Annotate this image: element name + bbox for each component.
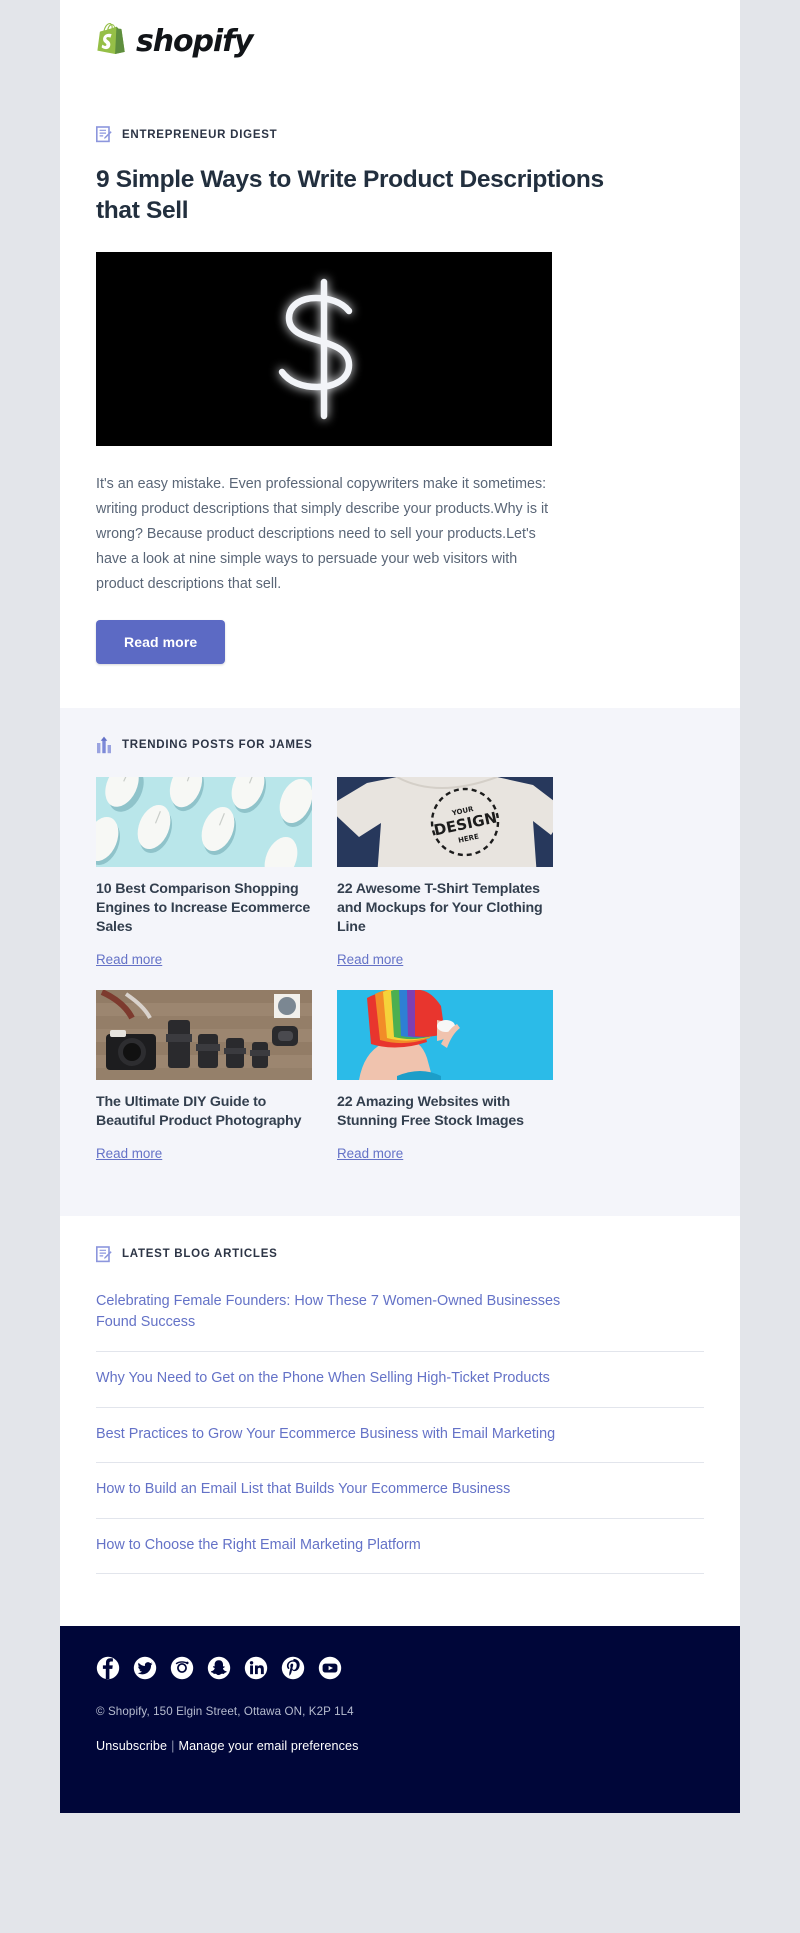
list-item: Celebrating Female Founders: How These 7… xyxy=(96,1275,704,1352)
post-read-more-link[interactable]: Read more xyxy=(337,952,403,967)
feature-headline: 9 Simple Ways to Write Product Descripti… xyxy=(96,166,604,225)
feature-eyebrow: ENTREPRENEUR DIGEST xyxy=(96,126,704,145)
social-links xyxy=(96,1656,704,1680)
memo-icon xyxy=(96,126,112,143)
manage-preferences-link[interactable]: Manage your email preferences xyxy=(178,1739,358,1753)
facebook-icon[interactable] xyxy=(96,1656,120,1680)
shopify-wordmark: shopify xyxy=(136,24,254,59)
instagram-icon[interactable] xyxy=(170,1656,194,1680)
snapchat-icon[interactable] xyxy=(207,1656,231,1680)
shopify-bag-icon xyxy=(96,22,129,60)
post-title: 22 Amazing Websites with Stunning Free S… xyxy=(337,1093,524,1130)
post-read-more-link[interactable]: Read more xyxy=(96,952,162,967)
blog-article-link[interactable]: Why You Need to Get on the Phone When Se… xyxy=(96,1368,566,1390)
footer-links: Unsubscribe | Manage your email preference… xyxy=(96,1739,704,1753)
feature-body-text: It's an easy mistake. Even professional … xyxy=(96,475,549,593)
post-thumbnail[interactable] xyxy=(337,989,553,1080)
latest-heading-label: LATEST BLOG ARTICLES xyxy=(122,1248,278,1261)
feature-article: ENTREPRENEUR DIGEST 9 Simple Ways to Wri… xyxy=(60,60,740,708)
feature-hero-image[interactable] xyxy=(96,251,552,446)
trending-posts-grid: 10 Best Comparison Shopping Engines to I… xyxy=(96,776,704,1184)
shopify-logo[interactable]: shopify xyxy=(96,22,704,60)
list-item: Best Practices to Grow Your Ecommerce Bu… xyxy=(96,1408,704,1464)
trending-post-card[interactable]: The Ultimate DIY Guide to Beautiful Prod… xyxy=(96,989,312,1163)
trending-post-card[interactable]: 10 Best Comparison Shopping Engines to I… xyxy=(96,776,312,969)
blog-article-list: Celebrating Female Founders: How These 7… xyxy=(96,1275,704,1575)
blog-article-link[interactable]: How to Build an Email List that Builds Y… xyxy=(96,1479,566,1501)
post-read-more-link[interactable]: Read more xyxy=(337,1146,403,1161)
list-item: Why You Need to Get on the Phone When Se… xyxy=(96,1352,704,1408)
feature-read-more-button[interactable]: Read more xyxy=(96,619,226,664)
feature-eyebrow-label: ENTREPRENEUR DIGEST xyxy=(122,128,278,141)
feature-bottom-spacer xyxy=(96,664,704,708)
list-item: How to Choose the Right Email Marketing … xyxy=(96,1519,704,1575)
trending-chart-icon xyxy=(96,736,112,754)
linkedin-icon[interactable] xyxy=(244,1656,268,1680)
unsubscribe-link[interactable]: Unsubscribe xyxy=(96,1739,167,1753)
pinterest-icon[interactable] xyxy=(281,1656,305,1680)
footer-copyright: © Shopify, 150 Elgin Street, Ottawa ON, … xyxy=(96,1705,354,1719)
post-read-more-link[interactable]: Read more xyxy=(96,1146,162,1161)
post-title: The Ultimate DIY Guide to Beautiful Prod… xyxy=(96,1093,302,1130)
twitter-icon[interactable] xyxy=(133,1656,157,1680)
trending-heading: TRENDING POSTS FOR JAMES xyxy=(96,736,704,756)
post-title: 10 Best Comparison Shopping Engines to I… xyxy=(96,880,311,936)
blog-article-link[interactable]: Best Practices to Grow Your Ecommerce Bu… xyxy=(96,1424,566,1446)
trending-heading-label: TRENDING POSTS FOR JAMES xyxy=(122,738,313,751)
youtube-icon[interactable] xyxy=(318,1656,342,1680)
blog-article-link[interactable]: How to Choose the Right Email Marketing … xyxy=(96,1535,566,1557)
blog-article-link[interactable]: Celebrating Female Founders: How These 7… xyxy=(96,1291,566,1334)
trending-posts-section: TRENDING POSTS FOR JAMES 10 Best Compari… xyxy=(60,707,740,1216)
email-footer: © Shopify, 150 Elgin Street, Ottawa ON, … xyxy=(60,1626,740,1814)
trending-post-card[interactable]: 22 Amazing Websites with Stunning Free S… xyxy=(337,989,553,1163)
email-viewport: shopify ENTREPRENEUR DIGEST 9 Simple Way… xyxy=(0,0,800,1933)
post-title: 22 Awesome T-Shirt Templates and Mockups… xyxy=(337,880,543,936)
trending-post-card[interactable]: YOUR DESIGN HERE 22 Awesome T-Shirt Temp… xyxy=(337,776,553,969)
latest-blog-articles-section: LATEST BLOG ARTICLES Celebrating Female … xyxy=(60,1215,740,1627)
email-body: shopify ENTREPRENEUR DIGEST 9 Simple Way… xyxy=(60,0,740,1814)
footer-link-separator: | xyxy=(171,1739,175,1754)
list-item: How to Build an Email List that Builds Y… xyxy=(96,1463,704,1519)
email-header: shopify xyxy=(60,0,740,60)
latest-heading: LATEST BLOG ARTICLES xyxy=(96,1245,704,1265)
post-thumbnail[interactable] xyxy=(96,989,312,1080)
memo-icon xyxy=(96,1245,112,1263)
post-thumbnail[interactable] xyxy=(96,776,312,867)
post-thumbnail[interactable]: YOUR DESIGN HERE xyxy=(337,776,553,867)
